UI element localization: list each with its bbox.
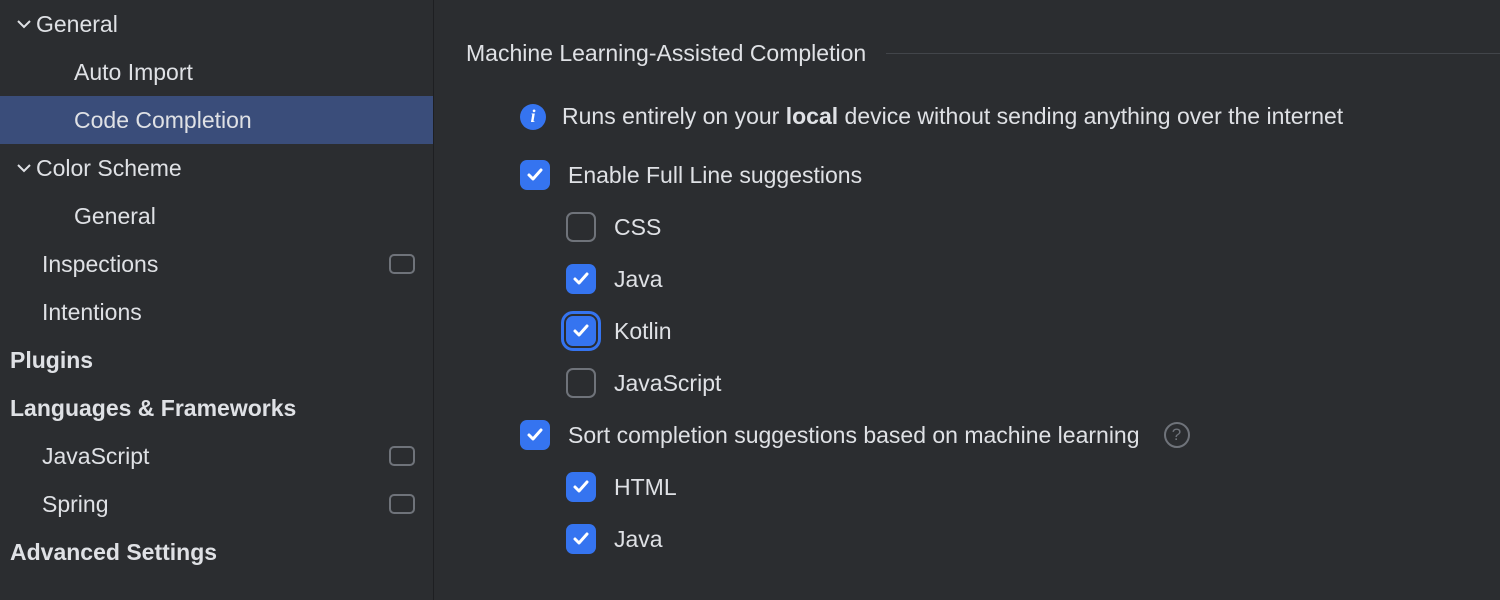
sidebar-item-label: Code Completion [74,107,433,134]
sidebar-item-label: Languages & Frameworks [10,395,433,422]
lang-javascript-label: JavaScript [614,370,721,397]
sidebar-item-code-completion[interactable]: Code Completion [0,96,433,144]
info-text: Runs entirely on your local device witho… [562,103,1343,130]
scope-icon [389,254,415,274]
section-title: Machine Learning-Assisted Completion [466,40,866,67]
sort-html-label: HTML [614,474,677,501]
help-icon[interactable]: ? [1164,422,1190,448]
lang-css-checkbox[interactable] [566,212,596,242]
sidebar-item-label: Inspections [42,251,389,278]
enable-full-line-row: Enable Full Line suggestions [466,160,1500,190]
sidebar-item-languages-frameworks[interactable]: Languages & Frameworks [0,384,433,432]
lang-css-row: CSS [466,212,1500,242]
lang-kotlin-checkbox[interactable] [566,316,596,346]
sort-java-checkbox[interactable] [566,524,596,554]
enable-full-line-label: Enable Full Line suggestions [568,162,862,189]
sort-completion-row: Sort completion suggestions based on mac… [466,420,1500,450]
info-banner: i Runs entirely on your local device wit… [466,103,1500,130]
scope-icon [389,494,415,514]
lang-css-label: CSS [614,214,661,241]
info-icon: i [520,104,546,130]
chevron-down-icon [12,16,36,32]
sidebar-item-spring[interactable]: Spring [0,480,433,528]
info-prefix: Runs entirely on your [562,103,786,129]
lang-java-label: Java [614,266,663,293]
sidebar-item-auto-import[interactable]: Auto Import [0,48,433,96]
sidebar-item-general[interactable]: General [0,0,433,48]
sidebar-item-label: Spring [42,491,389,518]
info-suffix: device without sending anything over the… [838,103,1343,129]
sidebar-item-label: Intentions [42,299,433,326]
sidebar-item-label: General [36,11,433,38]
sort-java-row: Java [466,524,1500,554]
sidebar-item-label: General [74,203,433,230]
sidebar-item-intentions[interactable]: Intentions [0,288,433,336]
settings-content: Machine Learning-Assisted Completion i R… [434,0,1500,600]
sidebar-item-label: Plugins [10,347,433,374]
section-divider [886,53,1500,54]
sort-completion-checkbox[interactable] [520,420,550,450]
scope-icon [389,446,415,466]
lang-java-row: Java [466,264,1500,294]
lang-kotlin-row: Kotlin [466,316,1500,346]
sort-completion-label: Sort completion suggestions based on mac… [568,422,1140,449]
sidebar-item-label: Advanced Settings [10,539,433,566]
settings-sidebar: General Auto Import Code Completion Colo… [0,0,434,600]
enable-full-line-checkbox[interactable] [520,160,550,190]
sidebar-item-label: JavaScript [42,443,389,470]
sort-html-checkbox[interactable] [566,472,596,502]
chevron-down-icon [12,160,36,176]
sidebar-item-color-general[interactable]: General [0,192,433,240]
sidebar-item-advanced-settings[interactable]: Advanced Settings [0,528,433,576]
sidebar-item-javascript[interactable]: JavaScript [0,432,433,480]
lang-kotlin-label: Kotlin [614,318,672,345]
lang-javascript-checkbox[interactable] [566,368,596,398]
lang-java-checkbox[interactable] [566,264,596,294]
sidebar-item-color-scheme[interactable]: Color Scheme [0,144,433,192]
sidebar-item-inspections[interactable]: Inspections [0,240,433,288]
lang-javascript-row: JavaScript [466,368,1500,398]
section-header: Machine Learning-Assisted Completion [466,40,1500,67]
sort-java-label: Java [614,526,663,553]
sidebar-item-label: Color Scheme [36,155,433,182]
sidebar-item-label: Auto Import [74,59,433,86]
sidebar-item-plugins[interactable]: Plugins [0,336,433,384]
sort-html-row: HTML [466,472,1500,502]
info-bold: local [786,103,838,129]
